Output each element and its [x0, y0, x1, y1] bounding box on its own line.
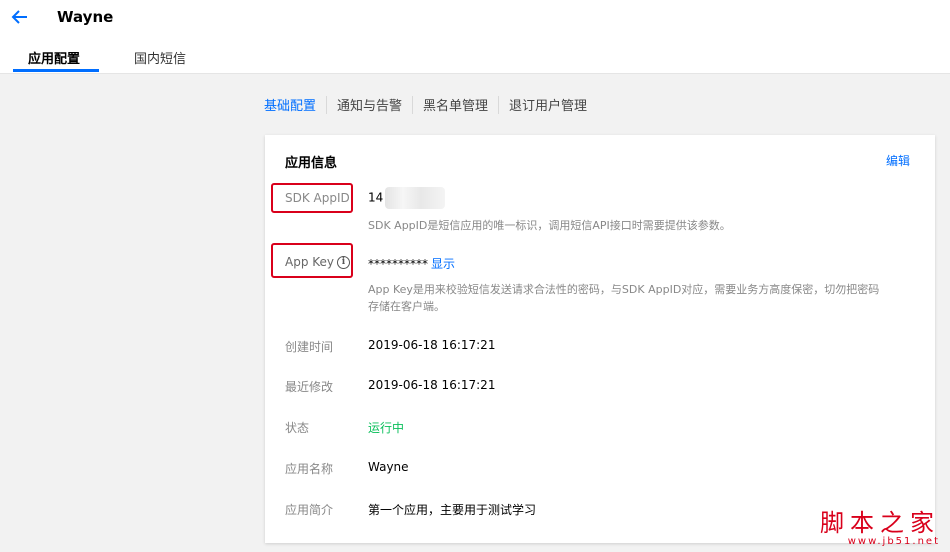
sdk-appid-prefix: 14	[368, 190, 384, 205]
tab-app-config[interactable]: 应用配置	[28, 48, 80, 67]
status-label: 状态	[285, 421, 310, 435]
app-name-label: 应用名称	[285, 462, 334, 476]
status-badge: 运行中	[368, 421, 405, 435]
sdk-appid-label: SDK AppID	[285, 191, 350, 205]
card-title: 应用信息	[285, 156, 338, 171]
app-key-masked: **********	[368, 257, 428, 271]
subnav-basic-config[interactable]: 基础配置	[264, 95, 316, 114]
app-intro-value: 第一个应用，主要用于测试学习	[368, 503, 537, 517]
divider	[498, 95, 500, 114]
watermark-main: 脚本之家	[820, 509, 940, 537]
info-icon[interactable]: i	[337, 256, 351, 269]
active-tab-indicator	[13, 69, 99, 72]
divider	[412, 95, 414, 114]
edit-link[interactable]: 编辑	[886, 152, 910, 169]
sdk-appid-desc: SDK AppID是短信应用的唯一标识，调用短信API接口时需要提供该参数。	[368, 219, 731, 232]
app-key-value: ********** 显示	[368, 255, 455, 272]
tab-domestic-sms[interactable]: 国内短信	[134, 48, 186, 67]
app-intro-label: 应用简介	[285, 503, 334, 517]
sub-navigation: 基础配置 通知与告警 黑名单管理 退订用户管理	[264, 95, 587, 114]
redacted-area	[385, 187, 446, 209]
app-name-value: Wayne	[368, 460, 409, 474]
app-info-card: 应用信息 编辑 SDK AppID 14 SDK AppID是短信应用的唯一标识…	[265, 135, 935, 543]
subnav-unsubscribed-users[interactable]: 退订用户管理	[509, 95, 587, 114]
app-key-desc-line2: 存储在客户端。	[368, 300, 445, 313]
arrow-left-icon[interactable]	[10, 7, 30, 27]
app-key-desc: App Key是用来校验短信发送请求合法性的密码，与SDK AppID对应，需要…	[368, 281, 879, 315]
app-key-label-text: App Key	[285, 255, 335, 269]
top-bar: Wayne 应用配置 国内短信	[0, 0, 950, 74]
page-title: Wayne	[57, 8, 114, 26]
watermark: 脚本之家 www.jb51.net	[820, 503, 940, 547]
modified-value: 2019-06-18 16:17:21	[368, 378, 496, 392]
created-label: 创建时间	[285, 340, 334, 354]
subnav-blacklist[interactable]: 黑名单管理	[423, 95, 488, 114]
app-key-label: App Key i	[285, 255, 351, 269]
subnav-notification-alarm[interactable]: 通知与告警	[337, 95, 402, 114]
show-key-link[interactable]: 显示	[431, 257, 455, 271]
divider	[326, 95, 328, 114]
created-value: 2019-06-18 16:17:21	[368, 338, 496, 352]
sdk-appid-value: 14	[368, 187, 446, 209]
modified-label: 最近修改	[285, 380, 334, 394]
app-key-desc-line1: App Key是用来校验短信发送请求合法性的密码，与SDK AppID对应，需要…	[368, 283, 880, 296]
